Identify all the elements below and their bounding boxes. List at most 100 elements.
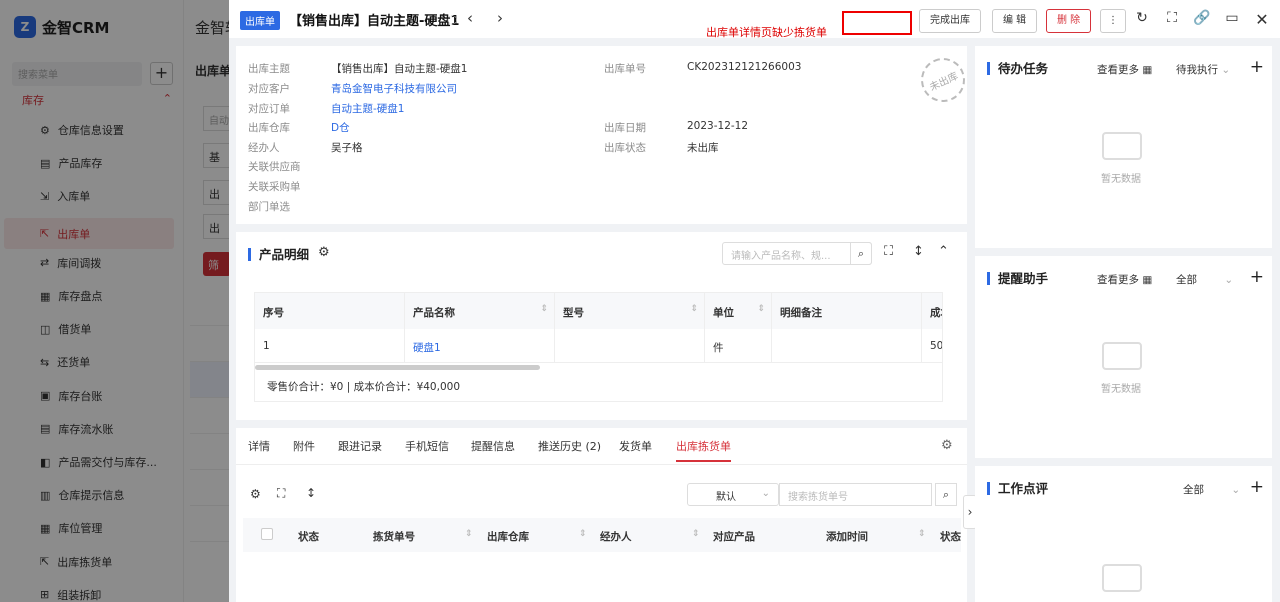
- calendar-icon: ▦: [1142, 64, 1153, 76]
- close-icon[interactable]: ✕: [1252, 10, 1272, 29]
- picking-header-label: 状态: [298, 531, 319, 543]
- sort-icon[interactable]: ⇕: [757, 304, 765, 314]
- picking-header[interactable]: 经办人 ⇕: [600, 518, 700, 552]
- chevron-down-icon: ⌄: [1231, 484, 1241, 496]
- settings-gear-icon[interactable]: ⚙: [250, 487, 261, 501]
- warehouse-link[interactable]: D仓: [331, 120, 350, 135]
- add-review-icon[interactable]: +: [1250, 477, 1264, 497]
- tab-item[interactable]: 附件: [293, 438, 315, 462]
- settings-gear-icon[interactable]: ⚙: [318, 245, 330, 260]
- reminder-view-more-label: 查看更多: [1097, 274, 1139, 286]
- tab-item[interactable]: 跟进记录: [338, 438, 382, 462]
- todo-view-more[interactable]: 查看更多 ▦: [1097, 62, 1152, 77]
- review-title: 工作点评: [987, 482, 1048, 495]
- outbound-detail-drawer: 出库单 【销售出库】自动主题-硬盘1 ◌ ‹ › 出库单详情页缺少拣货单 完成出…: [229, 0, 1280, 602]
- label-order: 对应订单: [248, 103, 290, 115]
- tab-item[interactable]: 发货单: [619, 438, 652, 462]
- modal-overlay[interactable]: [0, 0, 229, 602]
- label-purchase: 关联采购单: [248, 181, 301, 193]
- more-icon[interactable]: ⋮: [1100, 9, 1126, 33]
- expand-rows-icon[interactable]: ↕: [913, 244, 924, 259]
- empty-inbox-icon: [1102, 342, 1142, 370]
- calendar-icon: ▦: [1142, 274, 1153, 286]
- picking-header[interactable]: 出库仓库 ⇕: [487, 518, 587, 552]
- drawer-title: 【销售出库】自动主题-硬盘1: [289, 14, 460, 29]
- work-review-panel: 工作点评 全部 ⌄ +: [975, 466, 1272, 602]
- tab-item[interactable]: 提醒信息: [471, 438, 515, 462]
- label-supplier: 关联供应商: [248, 161, 301, 173]
- minimize-icon[interactable]: ▭: [1222, 10, 1242, 26]
- delete-button[interactable]: 删 除: [1046, 9, 1092, 33]
- settings-gear-icon[interactable]: ⚙: [941, 438, 953, 453]
- next-record-icon[interactable]: ›: [497, 9, 503, 27]
- label-date: 出库日期: [604, 122, 646, 134]
- basic-info-card: 出库主题 【销售出库】自动主题-硬盘1 对应客户 青岛金智电子科技有限公司 对应…: [236, 46, 973, 224]
- tab-item[interactable]: 出库拣货单: [676, 438, 731, 462]
- header-unit[interactable]: 单位 ⇕: [705, 293, 772, 329]
- view-select[interactable]: 默认 ⌄: [687, 483, 779, 506]
- reminder-view-more[interactable]: 查看更多 ▦: [1097, 272, 1152, 287]
- review-filter-select[interactable]: 全部 ⌄: [1183, 482, 1240, 497]
- sort-icon[interactable]: ⇕: [540, 304, 548, 314]
- link-icon[interactable]: 🔗: [1192, 10, 1212, 26]
- order-link[interactable]: 自动主题-硬盘1: [331, 101, 404, 116]
- picking-header[interactable]: 拣货单号 ⇕: [373, 518, 473, 552]
- expand-rows-icon[interactable]: ↕: [306, 486, 316, 500]
- cell-remark: [772, 329, 922, 363]
- sort-icon[interactable]: ⇕: [918, 529, 926, 539]
- header-seq: 序号: [255, 293, 405, 329]
- todo-filter-select[interactable]: 待我执行 ⌄: [1176, 62, 1230, 77]
- reminder-panel: 提醒助手 查看更多 ▦ 全部 ⌄ + 暂无数据: [975, 256, 1272, 458]
- picking-header: 对应产品: [713, 518, 755, 552]
- customer-link[interactable]: 青岛金智电子科技有限公司: [331, 81, 457, 96]
- horizontal-scrollbar[interactable]: [255, 365, 540, 370]
- todo-panel: 待办任务 查看更多 ▦ 待我执行 ⌄ + 暂无数据: [975, 46, 1272, 248]
- sort-icon[interactable]: ⇕: [579, 529, 587, 539]
- todo-empty-text: 暂无数据: [1101, 174, 1141, 185]
- sort-icon[interactable]: ⇕: [690, 304, 698, 314]
- search-icon[interactable]: ⌕: [850, 242, 872, 265]
- picking-header-label: 出库仓库: [487, 531, 529, 543]
- product-link[interactable]: 硬盘1: [405, 329, 555, 363]
- header-product[interactable]: 产品名称 ⇕: [405, 293, 555, 329]
- picking-header-label: 状态: [940, 531, 961, 543]
- tab-item[interactable]: 手机短信: [405, 438, 449, 462]
- product-table: 序号 产品名称 ⇕ 型号 ⇕ 单位 ⇕ 明细备注 成本 1 硬盘1 件 500 零售价…: [254, 292, 943, 402]
- tab-item[interactable]: 推送历史 (2): [538, 438, 601, 462]
- todo-title: 待办任务: [987, 62, 1048, 75]
- add-todo-icon[interactable]: +: [1250, 57, 1264, 77]
- fullscreen-icon[interactable]: ⛶: [884, 244, 893, 259]
- label-doc-no: 出库单号: [604, 63, 646, 75]
- status-stamp: 未出库: [913, 50, 973, 110]
- edit-button[interactable]: 编 辑: [992, 9, 1038, 33]
- complete-outbound-button[interactable]: 完成出库: [919, 9, 981, 33]
- drawer-header: 出库单 【销售出库】自动主题-硬盘1 ◌ ‹ › 出库单详情页缺少拣货单 完成出…: [229, 0, 1280, 39]
- tab-item[interactable]: 详情: [248, 438, 270, 462]
- refresh-icon[interactable]: ↻: [1132, 10, 1152, 26]
- collapse-icon[interactable]: ⌃: [938, 244, 949, 259]
- picking-header: 状态: [940, 518, 961, 552]
- search-icon[interactable]: ⌕: [935, 483, 957, 506]
- fullscreen-icon[interactable]: ⛶: [1162, 10, 1182, 26]
- sort-icon[interactable]: ⇕: [692, 529, 700, 539]
- picking-search-input[interactable]: 搜索拣货单号: [779, 483, 932, 506]
- picking-header[interactable]: 添加时间 ⇕: [826, 518, 926, 552]
- picking-header-label: 对应产品: [713, 531, 755, 543]
- reminder-filter-select[interactable]: 全部 ⌄: [1176, 272, 1233, 287]
- chevron-down-icon: ⌄: [1221, 64, 1231, 76]
- picking-header-label: 拣货单号: [373, 531, 415, 543]
- label-customer: 对应客户: [248, 83, 290, 95]
- header-model[interactable]: 型号 ⇕: [555, 293, 705, 329]
- sort-icon[interactable]: ⇕: [465, 529, 473, 539]
- picking-header-label: 添加时间: [826, 531, 868, 543]
- review-filter-value: 全部: [1183, 484, 1204, 496]
- totals-row: 零售价合计：¥0 | 成本价合计：¥40,000: [267, 381, 460, 393]
- value-doc-no: CK202312121266003: [687, 61, 802, 73]
- header-cost: 成本: [922, 293, 942, 329]
- select-all-checkbox[interactable]: [261, 528, 273, 540]
- doc-type-tag: 出库单: [240, 11, 280, 30]
- fullscreen-icon[interactable]: ⛶: [277, 486, 285, 501]
- picking-header: 状态: [298, 518, 319, 552]
- add-reminder-icon[interactable]: +: [1250, 267, 1264, 287]
- prev-record-icon[interactable]: ‹: [467, 9, 473, 27]
